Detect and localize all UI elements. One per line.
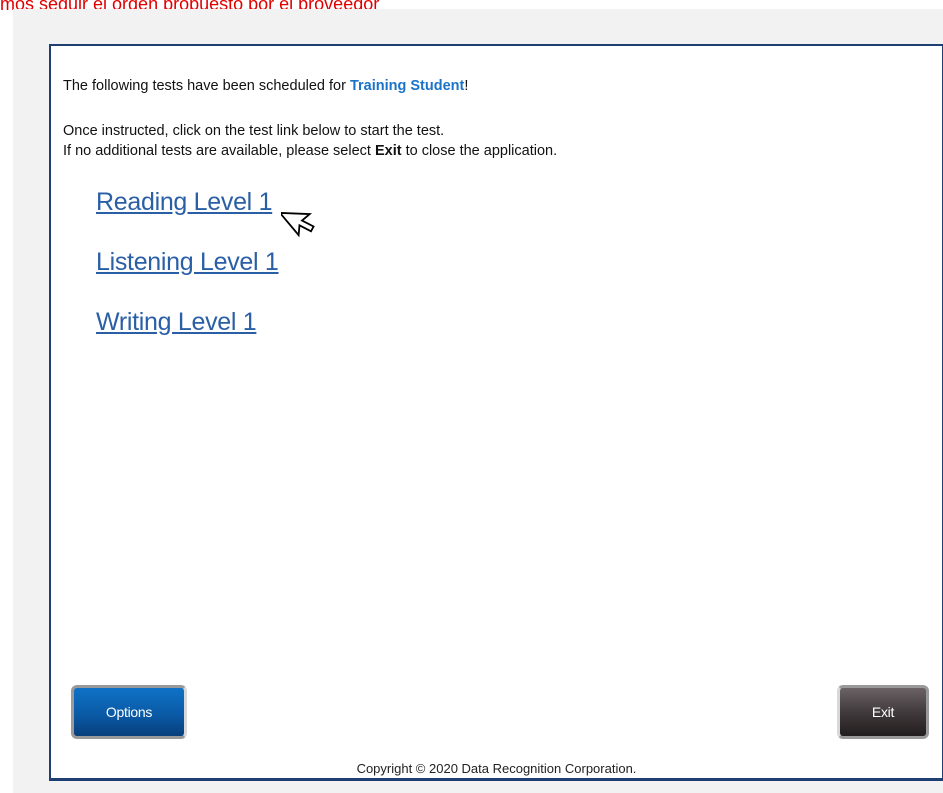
test-link-reading-level-1[interactable]: Reading Level 1 xyxy=(96,188,273,217)
copyright-text: Copyright © 2020 Data Recognition Corpor… xyxy=(356,761,637,776)
intro-suffix: ! xyxy=(464,78,469,94)
instruction-2-exit: Exit xyxy=(374,143,402,159)
instruction-2-prefix: If no additional tests are available, pl… xyxy=(63,143,375,159)
exit-button[interactable]: Exit xyxy=(837,685,929,739)
instruction-line-2: If no additional tests are available, pl… xyxy=(63,143,557,159)
intro-prefix: The following tests have been scheduled … xyxy=(63,78,350,94)
test-link-listening-level-1[interactable]: Listening Level 1 xyxy=(96,248,279,277)
scheduled-tests-message: The following tests have been scheduled … xyxy=(63,78,468,94)
test-link-writing-level-1[interactable]: Writing Level 1 xyxy=(96,308,257,337)
options-button[interactable]: Options xyxy=(71,685,187,739)
mouse-pointer-icon xyxy=(281,211,315,238)
student-name: Training Student xyxy=(349,78,465,94)
app-background: The following tests have been scheduled … xyxy=(13,9,943,793)
instruction-line-1: Once instructed, click on the test link … xyxy=(63,123,445,139)
instruction-2-suffix: to close the application. xyxy=(401,143,558,159)
test-selection-panel: The following tests have been scheduled … xyxy=(49,44,943,781)
